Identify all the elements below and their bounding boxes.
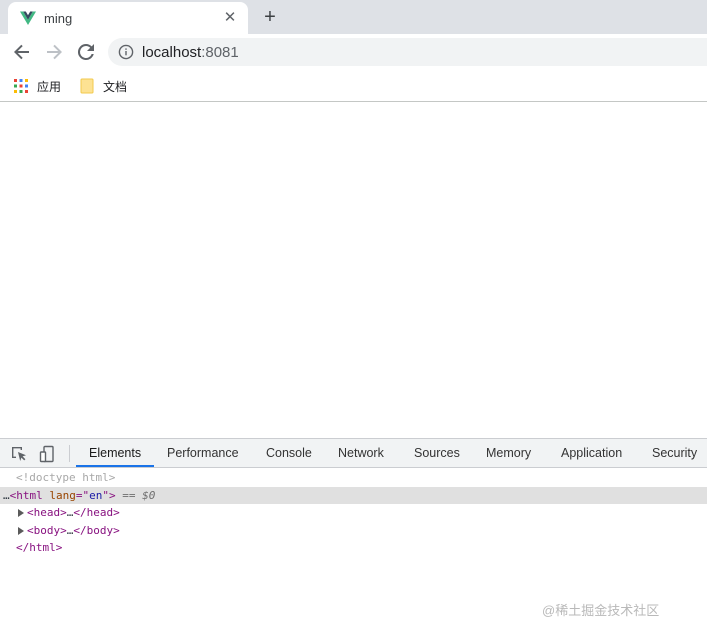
info-icon[interactable]	[118, 44, 134, 60]
url-host: localhost	[142, 44, 202, 61]
head-open-tag: <head>	[27, 506, 67, 519]
html-open-tag: <html	[9, 488, 43, 502]
bookmark-docs[interactable]: 文档	[80, 76, 140, 96]
dom-node-html[interactable]: …<html lang="en"> == $0	[0, 486, 707, 504]
attr-eq: ="	[75, 488, 90, 502]
html-close-tag: </html>	[16, 541, 63, 554]
tab-security[interactable]: Security	[652, 439, 697, 468]
dom-node-body[interactable]: <body>…</body>	[0, 522, 707, 540]
back-arrow-icon[interactable]	[10, 40, 34, 64]
url-port: :8081	[201, 44, 239, 61]
ellipsis-menu-icon[interactable]: …	[3, 489, 10, 502]
reload-icon[interactable]	[74, 40, 98, 64]
tab-application[interactable]: Application	[561, 439, 622, 468]
bookmark-label: 文档	[103, 80, 128, 94]
tab-memory[interactable]: Memory	[486, 439, 531, 468]
browser-toolbar: localhost:8081	[0, 34, 707, 70]
attr-name: lang	[49, 488, 76, 502]
device-toolbar-icon[interactable]	[39, 445, 57, 463]
doctype-text: <!doctype html>	[16, 471, 116, 484]
attr-close: ">	[102, 488, 116, 502]
vue-logo-icon	[20, 11, 36, 25]
dom-node-doctype[interactable]: <!doctype html>	[0, 469, 707, 487]
close-tab-icon[interactable]: ✕	[220, 8, 240, 28]
body-open-tag: <body>	[27, 523, 67, 537]
bookmark-label: 应用	[37, 80, 62, 94]
tab-performance[interactable]: Performance	[167, 439, 239, 468]
dom-tree: <!doctype html> …<html lang="en"> == $0 …	[0, 469, 707, 557]
tab-title: ming	[44, 11, 73, 26]
active-tab-indicator	[76, 465, 154, 467]
tab-console[interactable]: Console	[266, 439, 312, 468]
tab-strip: ming ✕ +	[0, 0, 707, 34]
bookmarks-bar: 应用 文档	[0, 70, 707, 102]
body-close-tag: </body>	[73, 523, 120, 537]
url-text: localhost:8081	[142, 44, 239, 61]
browser-tab[interactable]: ming ✕	[8, 2, 248, 34]
toolbar-divider	[69, 445, 70, 462]
selected-hint: == $0	[122, 488, 156, 502]
expand-triangle-icon[interactable]	[18, 526, 24, 535]
head-close-tag: </head>	[73, 506, 120, 519]
address-bar[interactable]: localhost:8081	[108, 38, 707, 66]
apps-grid-icon	[14, 79, 28, 93]
watermark: @稀土掘金技术社区	[542, 603, 660, 618]
forward-arrow-icon[interactable]	[42, 40, 66, 64]
inspect-element-icon[interactable]	[10, 445, 28, 463]
expand-triangle-icon[interactable]	[18, 509, 24, 517]
tab-elements[interactable]: Elements	[89, 439, 141, 468]
dom-node-html-close[interactable]: </html>	[0, 539, 707, 557]
tab-sources[interactable]: Sources	[414, 439, 460, 468]
bookmark-apps[interactable]: 应用	[14, 76, 74, 96]
tab-network[interactable]: Network	[338, 439, 384, 468]
dom-node-head[interactable]: <head>…</head>	[0, 504, 707, 522]
folder-icon	[80, 78, 94, 94]
attr-value: en	[89, 488, 103, 502]
devtools-toolbar: Elements Performance Console Network Sou…	[0, 439, 707, 468]
new-tab-button[interactable]: +	[258, 5, 282, 29]
